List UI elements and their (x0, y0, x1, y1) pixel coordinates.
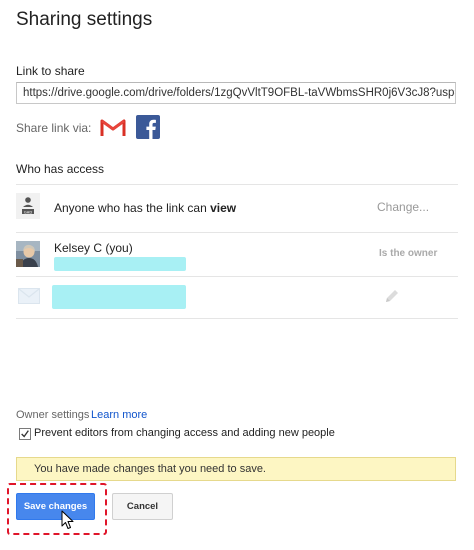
prevent-editors-label: Prevent editors from changing access and… (34, 427, 335, 439)
anyone-with-link-icon: GHD (16, 193, 40, 219)
prevent-editors-checkbox[interactable] (19, 428, 31, 440)
divider (16, 318, 458, 319)
link-access-level: view (210, 201, 237, 215)
cancel-button[interactable]: Cancel (112, 493, 173, 520)
pencil-icon[interactable] (383, 287, 401, 305)
link-to-share-label: Link to share (16, 64, 85, 78)
redacted-invite-field[interactable] (52, 285, 186, 309)
divider (16, 276, 458, 277)
owner-settings-label: Owner settings (16, 409, 90, 421)
save-changes-button[interactable]: Save changes (16, 493, 95, 520)
facebook-icon[interactable] (136, 115, 160, 139)
mouse-cursor-icon (61, 510, 74, 529)
link-access-text: Anyone who has the link can (54, 201, 211, 215)
unsaved-changes-notice: You have made changes that you need to s… (16, 457, 456, 481)
divider (16, 184, 458, 185)
dialog-title: Sharing settings (16, 9, 153, 30)
share-link-field[interactable]: https://drive.google.com/drive/folders/1… (16, 82, 456, 104)
who-has-access-label: Who has access (16, 162, 105, 176)
avatar (16, 241, 40, 267)
divider (16, 232, 458, 233)
share-link-via-label: Share link via: (16, 121, 92, 135)
email-icon (18, 288, 40, 304)
svg-text:GHD: GHD (24, 210, 32, 214)
gmail-icon[interactable] (100, 116, 126, 138)
owner-role-label: Is the owner (379, 248, 438, 259)
learn-more-link[interactable]: Learn more (91, 409, 147, 421)
change-access-link[interactable]: Change... (377, 200, 429, 214)
link-access-description: Anyone who has the link can view (54, 201, 236, 215)
redacted-email (54, 257, 186, 271)
owner-name: Kelsey C (you) (54, 241, 133, 255)
